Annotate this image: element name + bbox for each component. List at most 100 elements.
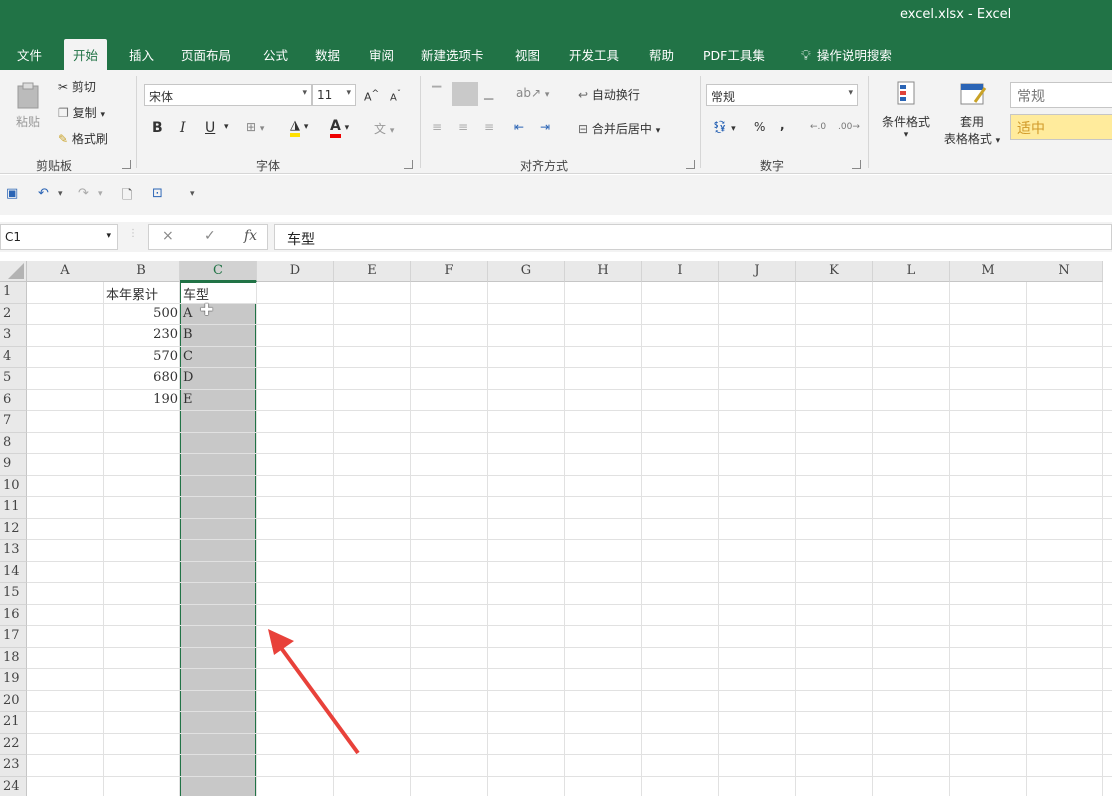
column-header-I[interactable]: I (642, 261, 719, 282)
row-header-10[interactable]: 10 (0, 475, 27, 497)
percent-button[interactable]: % (754, 120, 765, 134)
orientation-icon[interactable]: ab↗ ▾ (516, 86, 549, 100)
number-format-combo[interactable]: 常规 ▾ (706, 84, 858, 106)
row-header-24[interactable]: 24 (0, 776, 27, 796)
fill-color-button[interactable]: ◮ ▾ (290, 118, 308, 137)
phonetic-icon[interactable]: 文 ▾ (374, 120, 394, 137)
italic-button[interactable]: I (180, 120, 186, 136)
column-header-M[interactable]: M (950, 261, 1027, 282)
comma-button[interactable]: , (780, 118, 785, 132)
row-header-14[interactable]: 14 (0, 561, 27, 583)
tab-help[interactable]: 帮助 (640, 39, 683, 70)
merge-center-button[interactable]: ⊟ 合并后居中 ▾ (578, 120, 660, 137)
font-launcher-icon[interactable] (404, 160, 413, 169)
column-header-A[interactable]: A (27, 261, 104, 282)
align-top-icon[interactable]: ▔ (432, 86, 441, 100)
cell-B6[interactable]: 190 (103, 390, 180, 412)
row-header-22[interactable]: 22 (0, 733, 27, 755)
row-header-2[interactable]: 2 (0, 303, 27, 325)
alignment-launcher-icon[interactable] (686, 160, 695, 169)
save-icon[interactable]: ▣ (6, 186, 18, 201)
font-name-combo[interactable]: 宋体 ▾ (144, 84, 312, 106)
column-header-E[interactable]: E (334, 261, 411, 282)
row-header-17[interactable]: 17 (0, 626, 27, 648)
row-header-3[interactable]: 3 (0, 325, 27, 347)
row-header-21[interactable]: 21 (0, 712, 27, 734)
row-header-20[interactable]: 20 (0, 690, 27, 712)
format-as-table-button[interactable]: 套用 表格格式 ▾ (940, 80, 1004, 147)
tab-review[interactable]: 审阅 (360, 39, 403, 70)
cell-B4[interactable]: 570 (103, 347, 180, 369)
cancel-icon[interactable]: × (162, 228, 174, 244)
increase-font-icon[interactable]: A^ (364, 88, 379, 104)
cut-button[interactable]: ✂ 剪切 (58, 78, 96, 95)
name-box[interactable]: C1 ▾ (0, 224, 118, 250)
select-all-button[interactable] (0, 261, 27, 282)
align-bottom-icon[interactable]: ▁ (484, 86, 493, 100)
row-header-5[interactable]: 5 (0, 368, 27, 390)
clipboard-launcher-icon[interactable] (122, 160, 131, 169)
tab-file[interactable]: 文件 (8, 39, 51, 70)
currency-icon[interactable]: 💱︎ ▾ (712, 120, 736, 134)
align-center-icon[interactable]: ≡ (458, 120, 468, 134)
chevron-down-icon[interactable]: ▾ (224, 122, 229, 132)
tab-home[interactable]: 开始 (64, 39, 108, 70)
row-header-18[interactable]: 18 (0, 647, 27, 669)
row-header-6[interactable]: 6 (0, 389, 27, 411)
column-header-J[interactable]: J (719, 261, 796, 282)
number-launcher-icon[interactable] (852, 160, 861, 169)
copy-button[interactable]: ❐ 复制 ▾ (58, 104, 105, 121)
tab-pdf-tools[interactable]: PDF工具集 (694, 39, 774, 70)
style-neutral[interactable]: 适中 (1010, 114, 1112, 140)
form-icon[interactable]: ⊡ (152, 186, 163, 201)
underline-button[interactable]: U (205, 120, 215, 136)
border-icon[interactable]: ⊞ ▾ (246, 120, 264, 134)
print-preview-icon[interactable]: 🗋︎ (122, 186, 132, 208)
column-header-L[interactable]: L (873, 261, 950, 282)
redo-icon[interactable]: ↷ (78, 186, 89, 201)
column-header-C[interactable]: C (180, 261, 257, 282)
cell-C4[interactable]: C (180, 347, 257, 369)
bold-button[interactable]: B (152, 120, 163, 136)
decrease-font-icon[interactable]: Aˇ (390, 88, 401, 103)
row-header-13[interactable]: 13 (0, 540, 27, 562)
chevron-down-icon[interactable]: ▾ (98, 189, 103, 199)
align-right-icon[interactable]: ≡ (484, 120, 494, 134)
row-header-16[interactable]: 16 (0, 604, 27, 626)
column-header-B[interactable]: B (103, 261, 180, 282)
row-header-23[interactable]: 23 (0, 755, 27, 777)
cell-B3[interactable]: 230 (103, 325, 180, 347)
increase-indent-icon[interactable]: ⇥ (540, 120, 550, 134)
customize-qat-icon[interactable]: ▾ (190, 189, 195, 199)
cell-C5[interactable]: D (180, 368, 257, 390)
format-painter-button[interactable]: ✎ 格式刷 (58, 130, 108, 147)
column-header-K[interactable]: K (796, 261, 873, 282)
decrease-decimal-icon[interactable]: .00→ (838, 122, 860, 132)
worksheet-grid[interactable]: A B C D E F G H I J K L M N 1 2 3 4 5 6 7 8 9 10 11 12 13 14 15 16 17 1… (0, 261, 1112, 796)
tab-data[interactable]: 数据 (306, 39, 349, 70)
align-left-icon[interactable]: ≡ (432, 120, 442, 134)
conditional-format-button[interactable]: 条件格式 ▾ (878, 80, 934, 140)
tab-developer[interactable]: 开发工具 (560, 39, 628, 70)
row-header-15[interactable]: 15 (0, 583, 27, 605)
tab-formulas[interactable]: 公式 (254, 39, 297, 70)
cell-C6[interactable]: E (180, 390, 257, 412)
font-size-combo[interactable]: 11 ▾ (312, 84, 356, 106)
row-header-1[interactable]: 1 (0, 282, 27, 304)
column-header-F[interactable]: F (411, 261, 488, 282)
cell-B5[interactable]: 680 (103, 368, 180, 390)
tab-page-layout[interactable]: 页面布局 (172, 39, 240, 70)
insert-function-icon[interactable]: fx (244, 228, 257, 244)
tab-insert[interactable]: 插入 (120, 39, 163, 70)
chevron-down-icon[interactable]: ▾ (58, 189, 63, 199)
increase-decimal-icon[interactable]: ←.0 (810, 122, 826, 132)
undo-icon[interactable]: ↶ (38, 186, 49, 201)
row-header-7[interactable]: 7 (0, 411, 27, 433)
tab-new-tab[interactable]: 新建选项卡 (412, 39, 493, 70)
style-normal[interactable]: 常规 (1010, 82, 1112, 108)
tab-view[interactable]: 视图 (506, 39, 549, 70)
formula-input[interactable]: 车型 (274, 224, 1112, 250)
decrease-indent-icon[interactable]: ⇤ (514, 120, 524, 134)
font-color-button[interactable]: A ▾ (330, 118, 349, 138)
row-header-19[interactable]: 19 (0, 669, 27, 691)
